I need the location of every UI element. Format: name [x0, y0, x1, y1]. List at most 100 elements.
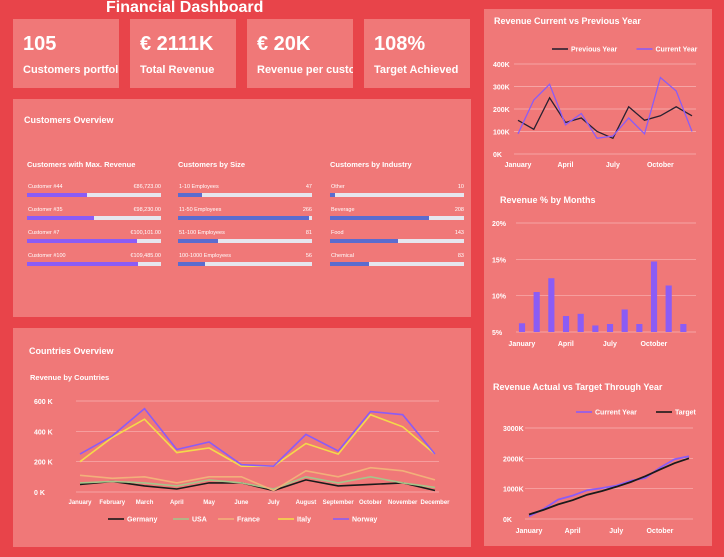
bar-track: [330, 216, 464, 220]
x-tick-label: April: [558, 341, 574, 348]
bar: [606, 324, 614, 332]
bar-label: Other: [331, 184, 345, 190]
x-tick-label: November: [388, 500, 418, 506]
y-tick-label: 200 K: [34, 460, 53, 467]
x-tick-label: February: [99, 500, 125, 506]
bar-label: Customer #35: [28, 207, 63, 213]
customers-overview-panel: Customers Overview Customers with Max. R…: [13, 99, 471, 317]
x-tick-label: March: [136, 500, 154, 506]
series-line-previous-year: [517, 96, 693, 140]
bar-value: 10: [457, 184, 464, 190]
bar-fill: [330, 216, 430, 220]
countries-overview-panel: Countries Overview Revenue by Countries …: [13, 328, 471, 547]
kpi-total-revenue: € 2111K Total Revenue: [130, 19, 236, 88]
y-tick-label: 10%: [492, 294, 507, 301]
x-tick-label: January: [516, 528, 543, 535]
y-tick-label: 400K: [493, 62, 510, 69]
bar-label: 51-100 Employees: [179, 230, 225, 236]
x-tick-label: October: [647, 162, 674, 169]
bar-label: Beverage: [331, 207, 355, 213]
bar-fill: [330, 239, 399, 243]
bar-label: Customer #100: [28, 253, 66, 259]
bar-value: 81: [305, 230, 312, 236]
legend-label: Current Year: [656, 47, 698, 54]
bar-fill: [178, 216, 310, 220]
kpi-label: Revenue per customer: [257, 64, 353, 76]
bar-track: [27, 262, 161, 266]
bar-track: [27, 216, 161, 220]
bar: [665, 285, 672, 332]
bar-value: 143: [454, 230, 464, 236]
y-tick-label: 300K: [493, 85, 510, 92]
block-title: Customers with Max. Revenue: [27, 160, 136, 169]
bar-label: Customer #44: [28, 184, 63, 190]
revenue-pct-chart: 5% 10% 15% 20% January April July October: [492, 221, 696, 348]
kpi-customers-portfolio: 105 Customers portfolio: [13, 19, 119, 88]
kpi-target-achieved: 108% Target Achieved: [364, 19, 470, 88]
bar: [562, 316, 570, 332]
bar-fill: [27, 262, 139, 266]
x-tick-label: May: [203, 500, 215, 506]
x-tick-label: July: [268, 500, 281, 506]
bar-track: [27, 239, 161, 243]
x-tick-label: July: [603, 341, 617, 348]
y-tick-label: 0K: [503, 517, 512, 524]
block-title: Customers by Industry: [330, 160, 412, 169]
bar: [592, 325, 599, 332]
bar-row: 1-10 Employees 47: [178, 184, 312, 207]
kpi-value: 108%: [374, 33, 426, 55]
series-line-norway: [79, 407, 436, 468]
x-tick-label: September: [323, 500, 355, 506]
countries-line-chart: 0 K 200 K 400 K 600 K January February March Ap…: [34, 399, 450, 524]
x-tick-label: January: [508, 341, 535, 348]
kpi-label: Total Revenue: [140, 64, 215, 76]
bar: [636, 324, 643, 332]
legend-label: Germany: [127, 517, 157, 524]
bar-value: 266: [302, 207, 312, 213]
bar-fill: [330, 262, 369, 266]
bar: [518, 323, 526, 332]
x-tick-label: October: [646, 528, 673, 535]
bar-track: [178, 239, 312, 243]
x-tick-label: July: [606, 162, 620, 169]
kpi-label: Customers portfolio: [23, 64, 119, 76]
kpi-revenue-per-customer: € 20K Revenue per customer: [247, 19, 353, 88]
kpi-value: € 20K: [257, 33, 311, 55]
bar-row: Food 143: [330, 230, 464, 253]
bar-value: 56: [305, 253, 312, 259]
bar-row: Chemical 83: [330, 253, 464, 276]
actual-target-chart: 0K 1000K 2000K 3000K January April July October…: [503, 410, 697, 536]
y-tick-label: 200K: [493, 107, 510, 114]
x-tick-label: April: [565, 528, 581, 535]
bar-fill: [27, 239, 137, 243]
y-tick-label: 20%: [492, 221, 507, 228]
bar-value: 47: [305, 184, 312, 190]
industry-block: Customers by Industry Other 10 Beverage 20…: [330, 160, 464, 276]
bar-fill: [330, 193, 336, 197]
y-tick-label: 1000K: [503, 487, 524, 494]
customers-overview-title: Customers Overview: [24, 115, 114, 125]
y-tick-label: 3000K: [503, 426, 524, 433]
bar: [680, 324, 687, 332]
bar-value: €109,485.00: [130, 253, 161, 259]
x-tick-label: June: [234, 500, 249, 506]
legend-label: USA: [192, 517, 207, 524]
y-tick-label: 0K: [493, 152, 502, 159]
bar-value: €100,101.00: [130, 230, 161, 236]
kpi-label: Target Achieved: [374, 64, 459, 76]
bar-row: Customer #100 €109,485.00: [27, 253, 161, 276]
page-title: Financial Dashboard: [106, 0, 264, 16]
max-revenue-block: Customers with Max. Revenue Customer #44…: [27, 160, 161, 276]
bar-value: 83: [457, 253, 464, 259]
y-tick-label: 2000K: [503, 456, 524, 463]
y-tick-label: 100K: [493, 130, 510, 137]
bar-label: Chemical: [331, 253, 354, 259]
bar-track: [178, 262, 312, 266]
bar-value: €98,230.00: [133, 207, 161, 213]
bar-track: [27, 193, 161, 197]
x-tick-label: August: [296, 500, 317, 506]
kpi-value: 105: [23, 33, 57, 55]
bar-row: Customer #7 €100,101.00: [27, 230, 161, 253]
x-tick-label: October: [640, 341, 667, 348]
bar-row: 100-1000 Employees 56: [178, 253, 312, 276]
